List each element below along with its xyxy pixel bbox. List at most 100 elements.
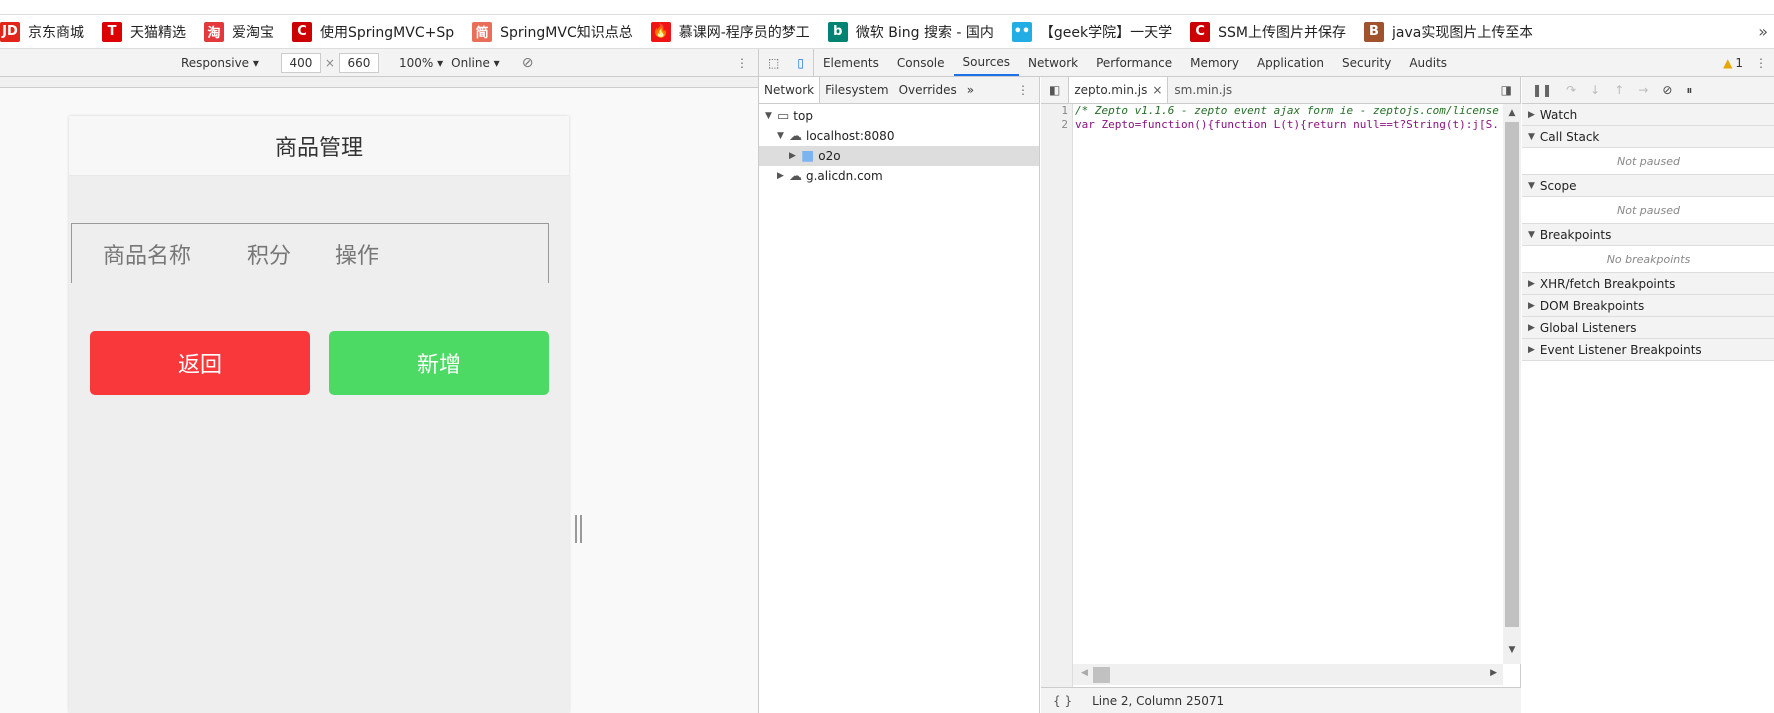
navigator-menu-icon[interactable]: ⋮ (1017, 83, 1029, 97)
width-input[interactable]: 400 (280, 52, 321, 73)
bookmark-item[interactable]: C 使用SpringMVC+Sp (292, 21, 455, 42)
pause-on-exceptions-icon[interactable]: ⏸ (1686, 83, 1692, 98)
bookmark-item[interactable]: 淘爱淘宝 (204, 21, 274, 42)
tree-item[interactable]: ▶ ☁ g.alicdn.com (759, 166, 1039, 186)
toggle-navigator-icon[interactable]: ◧ (1041, 83, 1068, 97)
pretty-print-icon[interactable]: { } (1053, 694, 1072, 708)
section-call-stack[interactable]: ▼ Call Stack (1522, 126, 1774, 148)
bookmark-label: 爱淘宝 (232, 24, 274, 41)
bookmark-item[interactable]: C SSM上传图片并保存 (1190, 21, 1346, 42)
deactivate-breakpoints-icon[interactable]: ⊘ (1662, 83, 1672, 97)
section-global-listeners[interactable]: ▶ Global Listeners (1522, 317, 1774, 339)
bookmarks-more-button[interactable]: » (1758, 22, 1768, 41)
editor-tab-sm[interactable]: sm.min.js (1168, 83, 1238, 97)
expand-arrow-icon[interactable]: ▶ (777, 171, 787, 181)
editor-tabs: ◧ zepto.min.js × sm.min.js ◨ (1041, 77, 1520, 104)
close-tab-icon[interactable]: × (1152, 83, 1162, 97)
bilibili-icon: •• (1011, 21, 1032, 42)
bookmark-item[interactable]: T 天猫精选 (102, 21, 186, 42)
bookmark-item[interactable]: 简 SpringMVC知识点总 (472, 21, 633, 42)
navigator-tab-network[interactable]: Network (759, 77, 821, 103)
zoom-select[interactable]: 100% ▾ (399, 56, 443, 70)
section-label: Event Listener Breakpoints (1539, 342, 1702, 357)
section-empty-message: Not paused (1522, 148, 1774, 175)
debugger-toolbar: ❚❚ ↷ ↓ ↑ → ⊘ ⏸ (1522, 77, 1774, 104)
section-empty-message: Not paused (1522, 197, 1774, 224)
devtools-tab-elements[interactable]: Elements (814, 49, 888, 76)
tree-item-label: o2o (818, 149, 841, 163)
step-out-icon[interactable]: ↑ (1614, 83, 1624, 97)
line-numbers: 1 2 (1041, 104, 1073, 687)
step-over-icon[interactable]: ↷ (1566, 83, 1576, 97)
devtools-menu-icon[interactable]: ⋮ (1755, 56, 1767, 70)
bookmark-label: 使用SpringMVC+Sp (320, 24, 455, 41)
device-mode-select[interactable]: Responsive ▾ (181, 56, 259, 70)
section-dom-breakpoints[interactable]: ▶ DOM Breakpoints (1522, 295, 1774, 317)
tree-item[interactable]: ▶ ■ o2o (759, 146, 1039, 166)
code-line: var Zepto=function(){function L(t){retur… (1075, 118, 1500, 131)
bookmark-label: 慕课网-程序员的梦工 (678, 24, 810, 41)
expand-arrow-icon: ▶ (1528, 322, 1535, 333)
section-xhr-fetch-breakpoints[interactable]: ▶ XHR/fetch Breakpoints (1522, 273, 1774, 295)
devtools-tab-memory[interactable]: Memory (1181, 49, 1248, 76)
devtools-tab-console[interactable]: Console (888, 49, 954, 76)
horizontal-scrollbar[interactable]: ◀ ▶ (1073, 664, 1503, 685)
step-into-icon[interactable]: ↓ (1590, 83, 1600, 97)
expand-arrow-icon[interactable]: ▼ (777, 131, 787, 141)
bookmark-item[interactable]: Bjava实现图片上传至本 (1364, 21, 1532, 42)
height-input[interactable]: 660 (338, 52, 379, 73)
line-number: 1 (1061, 104, 1068, 117)
hscroll-thumb[interactable] (1093, 667, 1110, 683)
warning-icon[interactable]: ▲ (1723, 56, 1732, 70)
dimension-separator: × (324, 55, 335, 70)
rotate-icon[interactable]: ⊘ (522, 55, 534, 71)
navigator-tab-overrides[interactable]: Overrides (894, 83, 962, 97)
bookmark-item[interactable]: b 微软 Bing 搜索 - 国内 (827, 21, 994, 42)
navigator-more-tabs[interactable]: » (962, 83, 979, 97)
section-breakpoints[interactable]: ▼ Breakpoints (1522, 224, 1774, 246)
network-throttle-select[interactable]: Online ▾ (451, 56, 500, 70)
bookmark-item[interactable]: •• 【geek学院】一天学 (1011, 21, 1173, 42)
devtools-tab-sources[interactable]: Sources (953, 49, 1019, 76)
section-label: Breakpoints (1539, 227, 1612, 242)
expand-arrow-icon[interactable]: ▼ (765, 111, 775, 121)
editor-tab-zepto[interactable]: zepto.min.js × (1068, 77, 1169, 103)
devtools-tab-audits[interactable]: Audits (1400, 49, 1456, 76)
bookmark-label: 【geek学院】一天学 (1039, 24, 1173, 41)
section-scope[interactable]: ▼ Scope (1522, 175, 1774, 197)
more-options-icon[interactable]: ⋮ (736, 56, 748, 70)
section-watch[interactable]: ▶ Watch (1522, 104, 1774, 126)
section-event-listener-breakpoints[interactable]: ▶ Event Listener Breakpoints (1522, 339, 1774, 361)
devtools-tab-network[interactable]: Network (1019, 49, 1087, 76)
device-toggle-icon[interactable]: ▯ (788, 49, 814, 76)
media-query-ruler[interactable] (0, 77, 758, 88)
browser-toolbar-partial (0, 0, 1774, 15)
code-area[interactable]: /* Zepto v1.1.6 - zepto event ajax form … (1075, 104, 1500, 132)
expand-arrow-icon[interactable]: ▶ (789, 151, 799, 161)
section-label: Global Listeners (1539, 320, 1637, 335)
back-button[interactable]: 返回 (90, 331, 310, 395)
pause-icon[interactable]: ❚❚ (1532, 83, 1552, 97)
bookmark-item[interactable]: 🔥 慕课网-程序员的梦工 (650, 21, 810, 42)
add-button[interactable]: 新增 (329, 331, 549, 395)
bookmark-label: SpringMVC知识点总 (500, 24, 633, 41)
bookmark-item[interactable]: JD 京东商城 (0, 21, 84, 42)
tree-item[interactable]: ▼ ☁ localhost:8080 (759, 126, 1039, 146)
step-icon[interactable]: → (1638, 83, 1648, 97)
resize-handle[interactable] (575, 515, 582, 543)
devtools-tab-performance[interactable]: Performance (1087, 49, 1181, 76)
devtools-tab-application[interactable]: Application (1248, 49, 1333, 76)
scroll-thumb[interactable] (1505, 122, 1519, 627)
taobao-icon: 淘 (204, 21, 224, 42)
vertical-scrollbar[interactable]: ▲ ▼ (1503, 104, 1521, 664)
debugger-sidebar: ❚❚ ↷ ↓ ↑ → ⊘ ⏸ ▶ Watch ▼ Call Stack Not paus… (1522, 77, 1774, 713)
file-tree: ▼ ▭ top ▼ ☁ localhost:8080 ▶ ■ o2o ▶ ☁ g.alicdn.com (759, 104, 1039, 186)
devtools-tab-security[interactable]: Security (1333, 49, 1400, 76)
inspect-element-icon[interactable]: ⬚ (759, 49, 788, 76)
warning-count[interactable]: 1 (1735, 56, 1743, 70)
toggle-debugger-icon[interactable]: ◨ (1493, 83, 1520, 97)
code-line-comment: /* Zepto v1.1.6 - zepto event ajax form … (1075, 104, 1500, 117)
tree-item-label: localhost:8080 (806, 129, 895, 143)
tree-item[interactable]: ▼ ▭ top (759, 106, 1039, 126)
navigator-tab-filesystem[interactable]: Filesystem (820, 83, 893, 97)
